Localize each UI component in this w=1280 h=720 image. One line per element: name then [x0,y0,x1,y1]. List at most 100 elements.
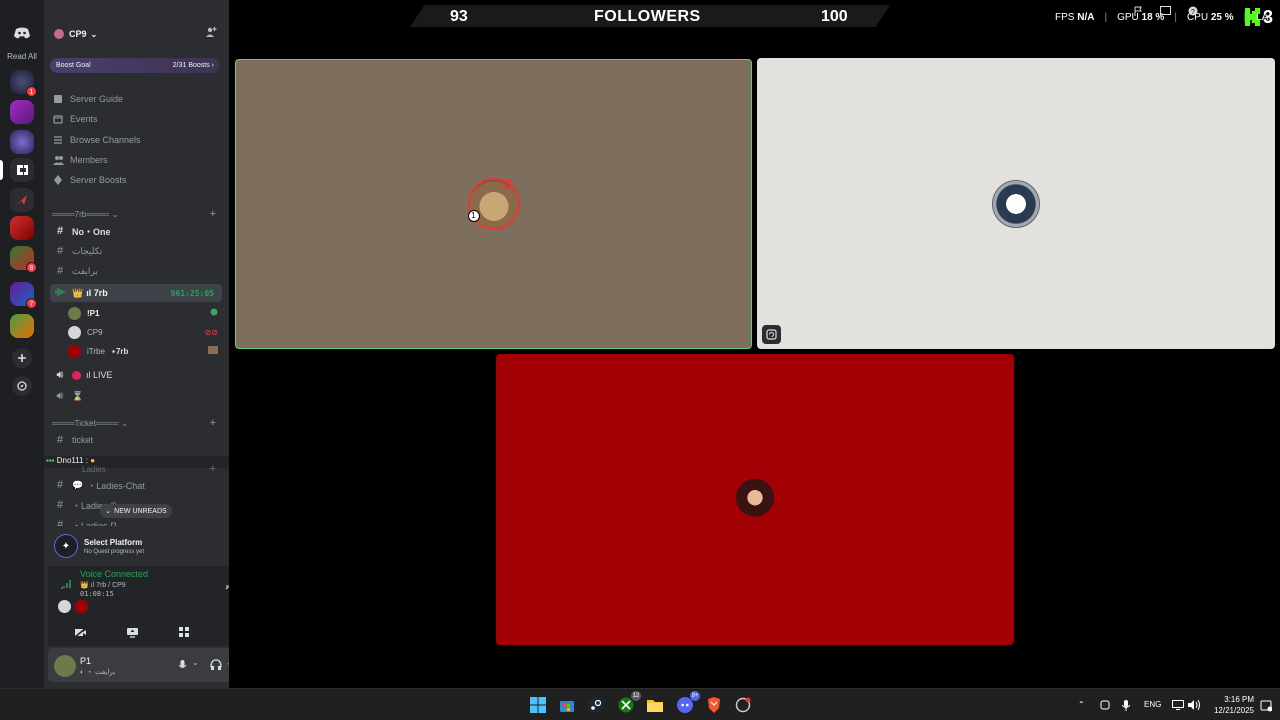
channel-label: ıl 7rb [86,288,108,298]
nav-browse-channels[interactable]: Browse Channels [52,131,222,149]
member-tag: ⋆7rb [110,346,129,356]
category-ladies[interactable]: Ladies + [52,462,222,476]
channel-ladies-chat[interactable]: # 💬 ・Ladies-Chat [50,476,222,494]
server-icon[interactable]: 1 [10,70,37,97]
voice-member[interactable]: iTrbe ⋆7rb [68,343,222,359]
chevron-down-icon: ⌄ [121,418,129,428]
microphone-icon[interactable] [178,658,187,676]
chevron-down-icon[interactable]: ⌄ [226,658,229,667]
number-badge-icon: 1 [467,210,480,222]
app-icon[interactable] [733,695,753,715]
camera-off-icon[interactable] [58,622,102,642]
signal-icon[interactable] [60,576,72,594]
crown-icon: 👑 [72,287,84,298]
discord-taskbar-icon[interactable]: 9+ [675,691,700,715]
voice-connected-label[interactable]: Voice Connected [80,569,148,579]
avatar [68,306,81,320]
boost-goal-bar[interactable]: Boost Goal 2/31 Boosts › [50,58,220,73]
noise-suppression-icon[interactable] [224,578,229,596]
voice-channel-live[interactable]: 🔊︎ ıl LIVE [50,366,222,384]
video-tile-speaking[interactable]: ✪ 1 [235,59,752,349]
channel-no-one[interactable]: # No・One [50,222,222,240]
category-label: ════7rb════ [52,209,109,219]
channel-ticket[interactable]: # ticket [50,431,222,449]
member-name: CP9 [87,327,103,337]
server-folder-icon[interactable]: 7 [10,282,37,309]
avatar [68,344,81,358]
stream-preview-icon [208,346,218,356]
channel-label: تكليجات [72,245,103,256]
video-tile[interactable] [757,58,1275,349]
add-server-icon[interactable] [12,348,32,368]
participant-avatar[interactable] [58,600,71,613]
nav-label: Browse Channels [70,135,141,145]
system-clock[interactable]: 3:16 PM 12/21/2025 [1206,694,1254,716]
chevron-down-icon[interactable]: ⌄ [192,658,199,667]
language-indicator[interactable]: ENG [1144,700,1161,709]
nav-members[interactable]: Members [52,151,222,169]
follower-current-count: 93 [450,8,468,25]
speaker-icon: 🔊︎ [56,389,64,402]
activities-icon[interactable] [162,622,206,642]
screen-share-icon[interactable] [110,622,154,642]
server-icon[interactable] [10,216,34,240]
notifications-icon[interactable] [1260,700,1273,714]
category-7rb[interactable]: ════7rb════ ⌄ + [52,207,222,221]
voice-elapsed-time: 01:08:15 [80,590,114,598]
add-channel-icon[interactable]: + [210,208,216,220]
voice-member[interactable]: !P1 [68,305,222,321]
new-unreads-pill[interactable]: ⌄ NEW UNREADS [100,504,172,518]
file-explorer-icon[interactable] [645,695,665,715]
video-tile[interactable] [496,354,1014,645]
channel-text[interactable]: # برايفت [50,262,222,280]
steam-icon[interactable] [586,695,606,715]
participant-avatar [992,179,1040,228]
notification-badge: 9+ [690,691,700,701]
server-flair-icon [54,29,64,39]
user-avatar[interactable] [54,655,76,677]
microphone-icon[interactable] [1121,700,1131,713]
voice-channel-hourglass[interactable]: 🔊︎ ⌛ [50,387,222,405]
windows-start-icon[interactable] [528,695,548,715]
category-label: Ladies [82,464,106,474]
xbox-icon[interactable]: 12 [616,691,641,715]
channel-text[interactable]: # تكليجات [50,242,222,260]
store-icon[interactable] [557,695,577,715]
voice-channel-7rb[interactable]: 👑 ıl 7rb 961:25:05 [50,284,222,302]
switch-view-icon[interactable] [762,325,781,344]
participant-avatar[interactable] [75,600,88,613]
new-unreads-label: NEW UNREADS [114,507,167,515]
speech-bubble-icon: 💬 [72,479,84,490]
chevron-down-icon: ⌄ [105,508,112,515]
server-folder-icon[interactable]: 8 [10,246,37,273]
discover-icon[interactable] [12,376,32,396]
server-header[interactable]: CP9 ⌄ [44,22,229,46]
server-icon[interactable] [10,130,34,154]
mention-badge: 8 [26,262,37,273]
network-icon[interactable] [1172,700,1184,712]
server-icon[interactable] [10,188,34,212]
quest-panel[interactable]: ✦ Select Platform No Quest progress yet [48,526,229,566]
volume-icon[interactable] [1188,699,1200,712]
voice-member[interactable]: CP9 ⊘⊘ [68,324,222,340]
server-icon-cp9[interactable] [10,158,34,182]
add-channel-icon[interactable]: + [210,463,216,475]
user-name[interactable]: P1 [80,656,91,666]
read-all-label[interactable]: Read All [4,52,40,61]
soundboard-icon[interactable] [214,622,229,642]
add-channel-icon[interactable]: + [210,417,216,429]
tray-app-icon[interactable] [1100,700,1110,712]
channel-label: برايفت [72,265,98,276]
brave-browser-icon[interactable] [704,695,724,715]
nav-server-boosts[interactable]: Server Boosts [52,171,222,189]
nav-events[interactable]: Events [52,110,222,128]
channel-sidebar: CP9 ⌄ Boost Goal 2/31 Boosts › Server Gu… [44,0,229,688]
invite-people-icon[interactable] [205,26,217,40]
headphones-icon[interactable] [210,658,222,676]
chevron-up-icon[interactable]: ⌃ [1078,700,1085,709]
server-folder-icon[interactable] [10,314,34,338]
category-ticket[interactable]: ════Ticket════ ⌄ + [52,416,222,430]
nav-server-guide[interactable]: Server Guide [52,90,222,108]
server-icon[interactable] [10,100,34,124]
discord-home-icon[interactable] [8,22,36,44]
